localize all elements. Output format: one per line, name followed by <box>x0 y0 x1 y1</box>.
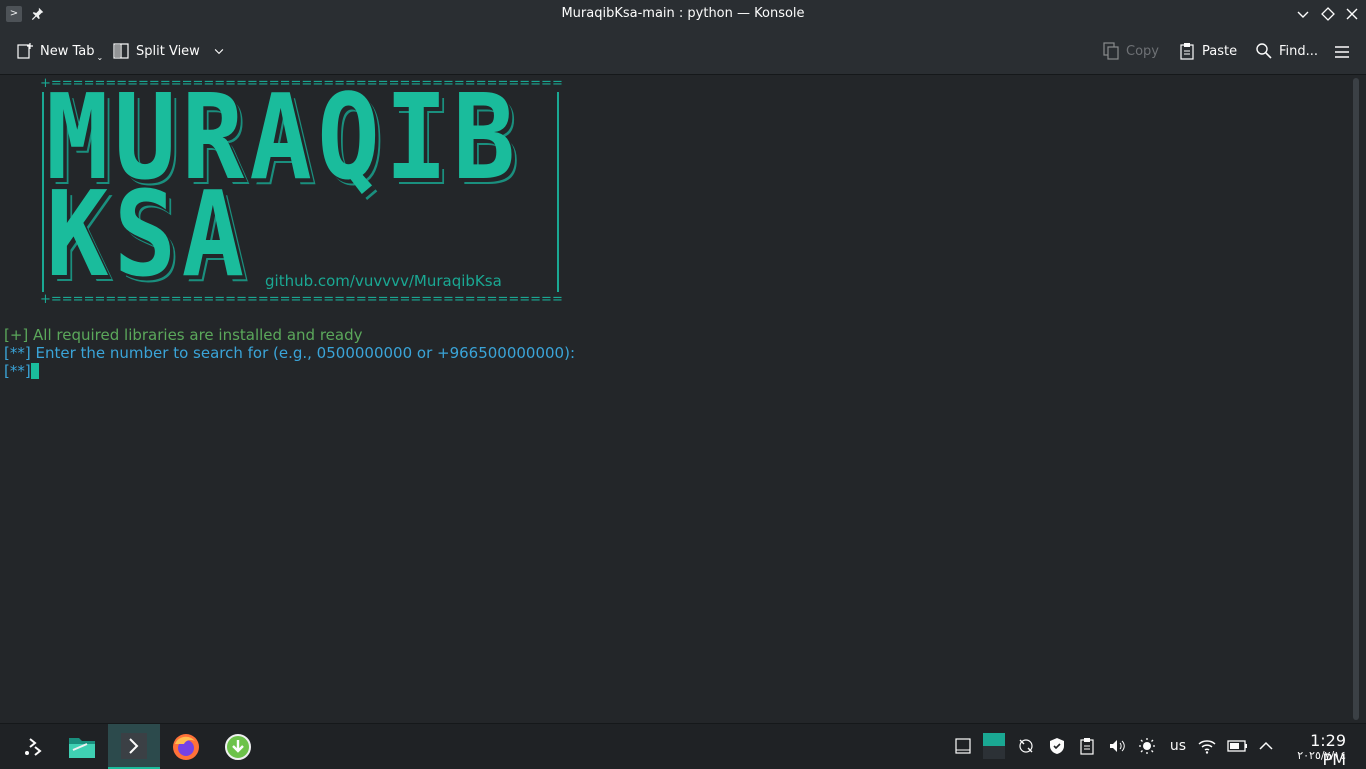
input-prefix: [**] <box>4 362 31 380</box>
hamburger-menu-icon <box>1335 46 1349 58</box>
clock-date[interactable]: ٢٠٢٥/٧/١٤ <box>1284 749 1346 762</box>
window-title: MuraqibKsa-main : python — Konsole <box>561 6 805 21</box>
find-label: Find... <box>1279 43 1319 59</box>
scrollbar[interactable] <box>1346 75 1366 723</box>
konsole-icon <box>121 732 147 759</box>
chevron-down-icon: ⌄ <box>96 52 104 62</box>
minimize-button[interactable] <box>1294 5 1312 23</box>
update-taskbar-button[interactable] <box>212 724 264 769</box>
new-tab-button[interactable]: New Tab ⌄ <box>16 40 103 62</box>
file-manager-icon <box>69 737 95 758</box>
taskbar: us <box>0 723 1366 769</box>
banner-url: github.com/vuvvvv/MuraqibKsa <box>265 272 502 290</box>
brightness-icon[interactable] <box>1138 737 1156 755</box>
split-view-button[interactable]: Split View <box>112 40 226 62</box>
firefox-icon <box>173 733 199 760</box>
banner-title-line2: KSA <box>46 165 250 303</box>
title-bar: > MuraqibKsa-main : python — Konsole <box>0 0 1366 28</box>
new-tab-label: New Tab <box>40 43 95 59</box>
search-icon <box>1256 43 1272 59</box>
update-icon <box>225 733 251 760</box>
split-view-label: Split View <box>136 43 200 59</box>
banner-left-border <box>42 92 44 292</box>
app-launcher-button[interactable] <box>8 724 60 769</box>
new-tab-icon <box>17 43 33 59</box>
hamburger-menu-button[interactable] <box>1333 41 1351 63</box>
shield-icon[interactable] <box>1048 737 1066 755</box>
paste-icon <box>1180 43 1194 60</box>
maximize-button[interactable] <box>1319 5 1337 23</box>
text-cursor <box>30 363 39 379</box>
close-button[interactable] <box>1343 5 1361 23</box>
clipboard-icon[interactable] <box>1078 737 1096 755</box>
file-manager-button[interactable] <box>56 724 108 769</box>
input-line[interactable]: [**] <box>4 362 39 380</box>
paste-label: Paste <box>1202 43 1238 59</box>
split-view-icon <box>113 43 129 59</box>
banner-right-border <box>557 92 559 292</box>
network-tools-icon[interactable] <box>1017 737 1035 755</box>
virtual-desktop-pager-icon[interactable] <box>983 733 1005 759</box>
show-desktop-icon[interactable] <box>954 737 972 755</box>
volume-icon[interactable] <box>1108 737 1126 755</box>
konsole-taskbar-button[interactable] <box>108 724 160 769</box>
keyboard-layout-indicator[interactable]: us <box>1167 737 1189 755</box>
firefox-taskbar-button[interactable] <box>160 724 212 769</box>
status-line: [+] All required libraries are installed… <box>4 326 363 344</box>
copy-button[interactable]: Copy <box>1102 40 1159 62</box>
chevron-up-icon[interactable] <box>1257 737 1275 755</box>
paste-button[interactable]: Paste <box>1178 40 1237 62</box>
copy-icon <box>1103 42 1119 60</box>
find-button[interactable]: Find... <box>1255 40 1318 62</box>
scrollbar-thumb[interactable] <box>1353 78 1359 720</box>
prompt-line: [**] Enter the number to search for (e.g… <box>4 344 575 362</box>
launcher-icon <box>25 737 42 756</box>
chevron-down-icon[interactable] <box>212 44 226 58</box>
copy-label: Copy <box>1126 43 1159 59</box>
banner-bottom-border: +=======================================… <box>40 293 562 307</box>
wifi-icon[interactable] <box>1198 737 1216 755</box>
battery-icon[interactable] <box>1227 737 1249 755</box>
